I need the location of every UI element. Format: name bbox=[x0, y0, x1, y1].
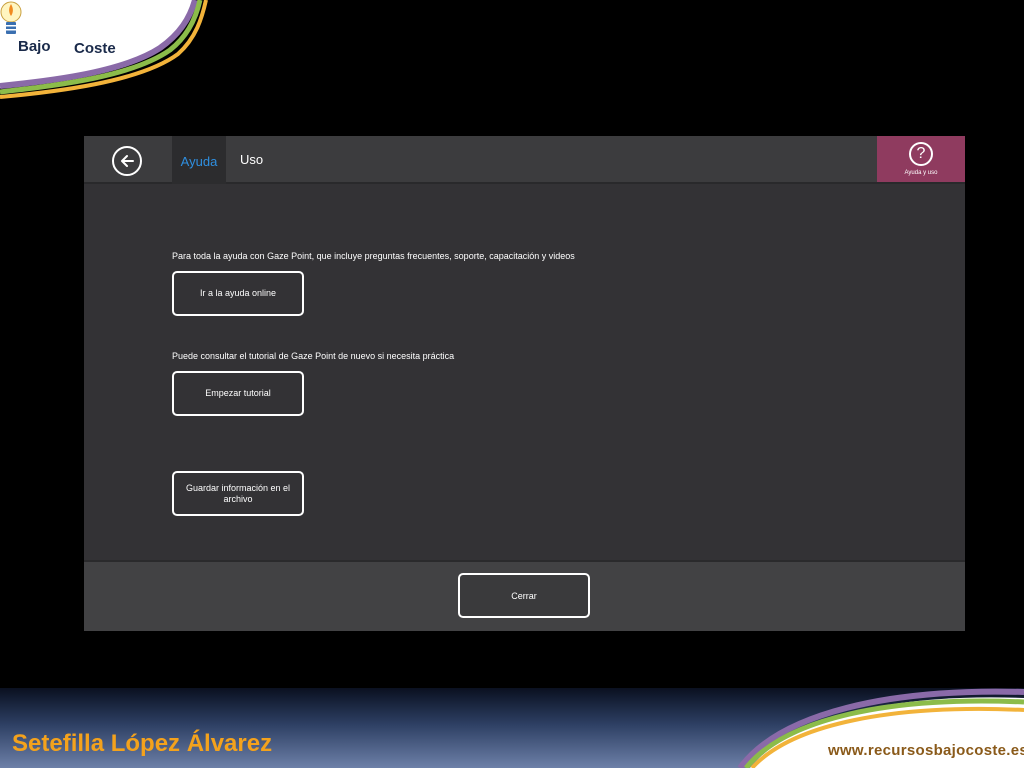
start-tutorial-button[interactable]: Empezar tutorial bbox=[172, 371, 304, 416]
tutorial-description: Puede consultar el tutorial de Gaze Poin… bbox=[172, 351, 455, 361]
help-window: Ayuda Uso ? Ayuda y uso Para toda la ayu… bbox=[84, 136, 965, 631]
online-help-description: Para toda la ayuda con Gaze Point, que i… bbox=[172, 251, 575, 261]
author-name: Setefilla López Álvarez bbox=[12, 730, 273, 757]
bajo-coste-logo: Bajo Coste bbox=[0, 0, 210, 100]
help-and-usage-button[interactable]: ? Ayuda y uso bbox=[877, 136, 965, 182]
close-button[interactable]: Cerrar bbox=[458, 573, 590, 618]
logo-word-left: Bajo bbox=[18, 38, 51, 55]
top-bar: Ayuda Uso ? Ayuda y uso bbox=[84, 136, 965, 184]
lightbulb-icon bbox=[0, 1, 22, 34]
save-info-button[interactable]: Guardar información en el archivo bbox=[172, 471, 304, 516]
help-content: Para toda la ayuda con Gaze Point, que i… bbox=[84, 186, 965, 556]
online-help-button[interactable]: Ir a la ayuda online bbox=[172, 271, 304, 316]
question-mark-icon: ? bbox=[909, 142, 933, 166]
tab-uso[interactable]: Uso bbox=[240, 134, 280, 182]
help-button-label: Ayuda y uso bbox=[904, 170, 938, 176]
window-footer: Cerrar bbox=[84, 560, 965, 631]
logo-word-right: Coste bbox=[74, 40, 116, 57]
back-button[interactable] bbox=[112, 146, 142, 176]
arrow-left-icon bbox=[121, 155, 134, 167]
website-url: www.recursosbajocoste.es bbox=[828, 742, 1024, 759]
tab-ayuda[interactable]: Ayuda bbox=[172, 136, 226, 184]
bottom-banner: Setefilla López Álvarez www.recursosbajo… bbox=[0, 688, 1024, 768]
